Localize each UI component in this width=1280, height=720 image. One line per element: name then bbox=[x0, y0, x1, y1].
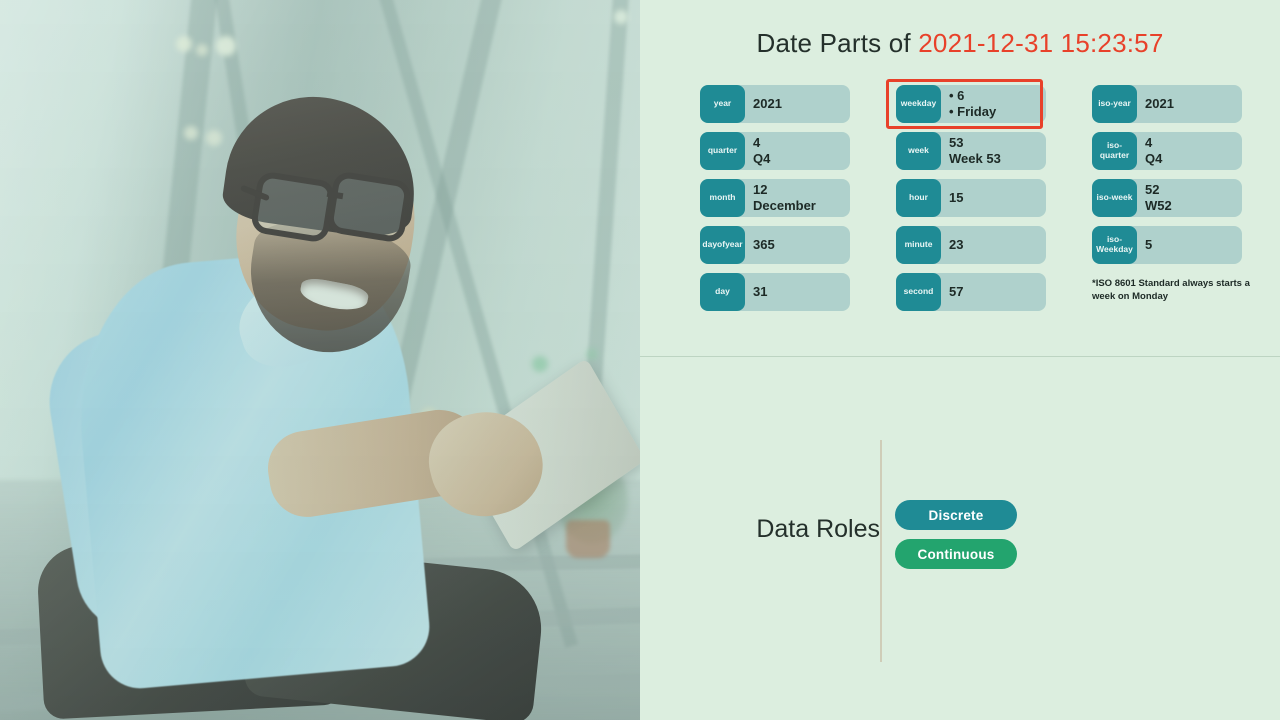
data-roles-pill-list: Discrete Continuous bbox=[895, 500, 1017, 569]
value-line: 4 bbox=[1145, 134, 1153, 150]
date-part-label: minute bbox=[896, 226, 941, 264]
value-line: 52 bbox=[1145, 181, 1160, 197]
date-part-value: 12 December bbox=[739, 179, 850, 217]
date-part-value: 4 Q4 bbox=[739, 132, 850, 170]
date-parts-column-iso: iso-year 2021 iso-quarter 4 Q4 iso-week … bbox=[1092, 85, 1250, 320]
data-roles-title: Data Roles bbox=[756, 515, 880, 543]
date-part-label: iso-quarter bbox=[1092, 132, 1137, 170]
date-part-value: 57 bbox=[935, 273, 1046, 311]
date-part-row[interactable]: minute 23 bbox=[896, 226, 1046, 264]
date-part-value: 6 Friday bbox=[935, 85, 1046, 123]
date-part-value: 5 bbox=[1131, 226, 1242, 264]
date-part-label: month bbox=[700, 179, 745, 217]
value-line: 365 bbox=[753, 236, 775, 252]
value-line: 53 bbox=[949, 134, 964, 150]
date-parts-grid: year 2021 quarter 4 Q4 month 12 December… bbox=[700, 79, 1260, 320]
date-part-row[interactable]: dayofyear 365 bbox=[700, 226, 850, 264]
value-line: 12 bbox=[753, 181, 768, 197]
date-part-label: weekday bbox=[896, 85, 941, 123]
date-part-value: 365 bbox=[739, 226, 850, 264]
date-part-row[interactable]: day 31 bbox=[700, 273, 850, 311]
date-part-value: 31 bbox=[739, 273, 850, 311]
date-part-label: hour bbox=[896, 179, 941, 217]
value-line: 57 bbox=[949, 283, 964, 299]
date-part-row[interactable]: hour 15 bbox=[896, 179, 1046, 217]
value-line: 2021 bbox=[1145, 95, 1174, 111]
date-part-row[interactable]: iso-Weekday 5 bbox=[1092, 226, 1242, 264]
date-parts-column-time: weekday 6 Friday week 53 Week 53 hour bbox=[886, 79, 1046, 320]
page-title: Date Parts of 2021-12-31 15:23:57 bbox=[640, 28, 1280, 59]
value-line: Q4 bbox=[753, 151, 771, 166]
date-part-label: quarter bbox=[700, 132, 745, 170]
date-part-label: dayofyear bbox=[700, 226, 745, 264]
date-part-value: 4 Q4 bbox=[1131, 132, 1242, 170]
date-part-value: 2021 bbox=[1131, 85, 1242, 123]
pill-continuous[interactable]: Continuous bbox=[895, 539, 1017, 569]
content-panel: Date Parts of 2021-12-31 15:23:57 year 2… bbox=[640, 0, 1280, 720]
date-part-row[interactable]: year 2021 bbox=[700, 85, 850, 123]
date-part-label: iso-Weekday bbox=[1092, 226, 1137, 264]
value-line: 15 bbox=[949, 189, 964, 205]
date-part-label: year bbox=[700, 85, 745, 123]
value-line: 4 bbox=[753, 134, 761, 150]
hero-photo bbox=[0, 0, 640, 720]
date-part-label: week bbox=[896, 132, 941, 170]
date-parts-column-standard: year 2021 quarter 4 Q4 month 12 December… bbox=[700, 85, 850, 320]
page-title-prefix: Date Parts of bbox=[756, 28, 919, 58]
date-part-value: 52 W52 bbox=[1131, 179, 1242, 217]
value-line: 23 bbox=[949, 236, 964, 252]
date-part-label: iso-week bbox=[1092, 179, 1137, 217]
value-line: December bbox=[753, 198, 816, 213]
slide-root: Date Parts of 2021-12-31 15:23:57 year 2… bbox=[0, 0, 1280, 720]
iso-footnote: *ISO 8601 Standard always starts a week … bbox=[1092, 278, 1250, 302]
value-line: Friday bbox=[949, 104, 1040, 120]
date-part-value: 2021 bbox=[739, 85, 850, 123]
date-part-row-weekday[interactable]: weekday 6 Friday bbox=[886, 79, 1046, 129]
data-roles-section: Data Roles Discrete Continuous bbox=[640, 440, 1280, 662]
photo-overlay-wash bbox=[0, 0, 640, 720]
pill-discrete[interactable]: Discrete bbox=[895, 500, 1017, 530]
value-line: Week 53 bbox=[949, 151, 1001, 166]
page-title-datetime: 2021-12-31 15:23:57 bbox=[918, 28, 1164, 58]
date-part-value: 15 bbox=[935, 179, 1046, 217]
date-part-value: 53 Week 53 bbox=[935, 132, 1046, 170]
value-line: 6 bbox=[949, 88, 1040, 104]
value-line: Q4 bbox=[1145, 151, 1163, 166]
value-line: 2021 bbox=[753, 95, 782, 111]
date-part-value: 23 bbox=[935, 226, 1046, 264]
date-part-label: second bbox=[896, 273, 941, 311]
date-part-row[interactable]: iso-quarter 4 Q4 bbox=[1092, 132, 1242, 170]
vertical-divider bbox=[880, 440, 882, 662]
value-line: 31 bbox=[753, 283, 768, 299]
date-part-label: iso-year bbox=[1092, 85, 1137, 123]
section-divider bbox=[640, 356, 1280, 357]
date-part-row[interactable]: iso-week 52 W52 bbox=[1092, 179, 1242, 217]
date-part-label: day bbox=[700, 273, 745, 311]
date-part-row[interactable]: quarter 4 Q4 bbox=[700, 132, 850, 170]
date-part-row[interactable]: iso-year 2021 bbox=[1092, 85, 1242, 123]
value-line: W52 bbox=[1145, 198, 1172, 213]
date-part-row[interactable]: month 12 December bbox=[700, 179, 850, 217]
date-part-row[interactable]: week 53 Week 53 bbox=[896, 132, 1046, 170]
value-line: 5 bbox=[1145, 236, 1153, 252]
date-part-row[interactable]: second 57 bbox=[896, 273, 1046, 311]
